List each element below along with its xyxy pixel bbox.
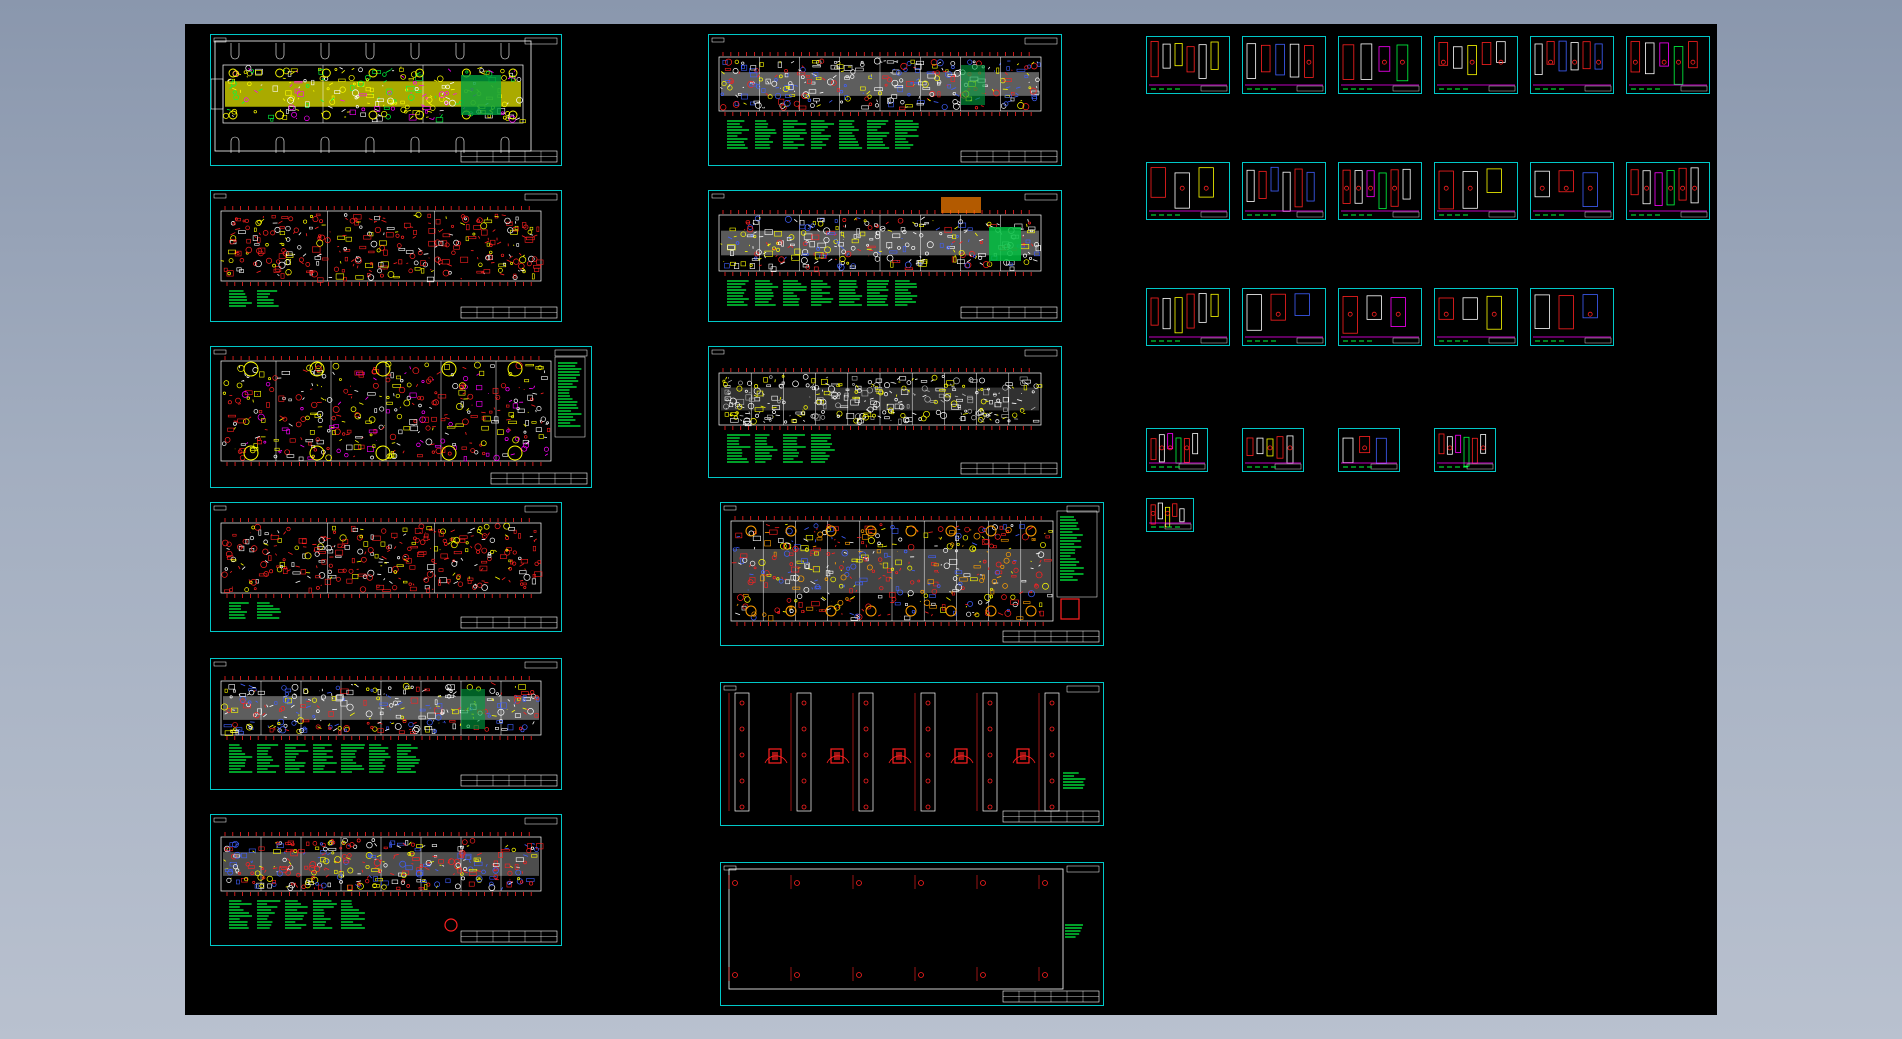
notes-text	[727, 280, 918, 306]
part-thumbnail[interactable]	[1242, 36, 1326, 94]
notes-text	[727, 434, 835, 463]
plate-strip	[718, 368, 1043, 430]
part-thumbnail[interactable]	[1626, 36, 1710, 94]
plate-strip	[718, 52, 1042, 116]
sheet-l1[interactable]	[210, 34, 562, 166]
sheet-m2[interactable]	[708, 190, 1062, 322]
part-thumbnail[interactable]	[1338, 428, 1400, 472]
part-thumbnail[interactable]	[1242, 162, 1326, 220]
notes-text	[558, 362, 582, 427]
plate-strip	[220, 356, 552, 466]
sheet-m3[interactable]	[708, 346, 1062, 478]
sheet-label	[711, 37, 725, 43]
sheet-l6[interactable]	[210, 814, 562, 946]
sheet-label	[213, 661, 227, 667]
part-thumbnail[interactable]	[1146, 428, 1208, 472]
title-block	[490, 472, 588, 485]
sheet-m4[interactable]	[720, 502, 1104, 646]
notes-text	[1063, 772, 1086, 789]
drawing-canvas[interactable]	[185, 24, 1717, 1015]
title-block	[460, 616, 558, 629]
title-block	[460, 774, 558, 787]
part-thumbnail[interactable]	[1434, 288, 1518, 346]
part-thumbnail[interactable]	[1146, 162, 1230, 220]
notes-text	[229, 290, 279, 307]
notes-text	[727, 120, 919, 149]
sheet-label	[723, 865, 737, 871]
title-block	[1002, 810, 1100, 823]
part-thumbnail[interactable]	[1338, 162, 1422, 220]
notes-text	[229, 900, 365, 929]
part-thumbnail[interactable]	[1146, 288, 1230, 346]
notes-text	[1065, 924, 1083, 938]
sheet-m1[interactable]	[708, 34, 1062, 166]
sheet-label	[723, 505, 737, 511]
title-block	[460, 930, 558, 943]
sheet-label	[711, 349, 725, 355]
part-thumbnail[interactable]	[1338, 36, 1422, 94]
title-block	[1002, 990, 1100, 1003]
part-thumbnail[interactable]	[1434, 428, 1496, 472]
notes-text	[229, 744, 420, 773]
title-block	[960, 462, 1058, 475]
title-block	[1002, 630, 1100, 643]
sheet-label	[213, 817, 227, 823]
plate-strip	[220, 206, 544, 286]
sheet-l4[interactable]	[210, 502, 562, 632]
title-block	[960, 306, 1058, 319]
part-thumbnail[interactable]	[1530, 288, 1614, 346]
title-block	[460, 306, 558, 319]
part-thumbnail[interactable]	[1434, 162, 1518, 220]
part-thumbnail[interactable]	[1530, 36, 1614, 94]
part-thumbnail[interactable]	[1434, 36, 1518, 94]
plate-strip	[220, 518, 543, 598]
title-block	[960, 150, 1058, 163]
sheet-m5[interactable]	[720, 682, 1104, 826]
sheet-l3[interactable]	[210, 346, 592, 488]
sheet-l5[interactable]	[210, 658, 562, 790]
plate-strip	[220, 832, 544, 896]
sheet-label	[213, 349, 227, 355]
part-thumbnail[interactable]	[1242, 288, 1326, 346]
notes-text	[1060, 516, 1084, 581]
sheet-m6[interactable]	[720, 862, 1104, 1006]
sheet-label	[711, 193, 725, 199]
plate-strip	[220, 676, 542, 740]
part-thumbnail[interactable]	[1530, 162, 1614, 220]
sheet-l2[interactable]	[210, 190, 562, 322]
sheet-label	[213, 193, 227, 199]
part-thumbnail[interactable]	[1146, 498, 1194, 532]
notes-text	[229, 602, 281, 619]
part-thumbnail[interactable]	[1626, 162, 1710, 220]
part-thumbnail[interactable]	[1146, 36, 1230, 94]
plate-strip	[730, 516, 1054, 626]
sheet-label	[213, 505, 227, 511]
part-thumbnail[interactable]	[1338, 288, 1422, 346]
sheet-label	[723, 685, 737, 691]
part-thumbnail[interactable]	[1242, 428, 1304, 472]
